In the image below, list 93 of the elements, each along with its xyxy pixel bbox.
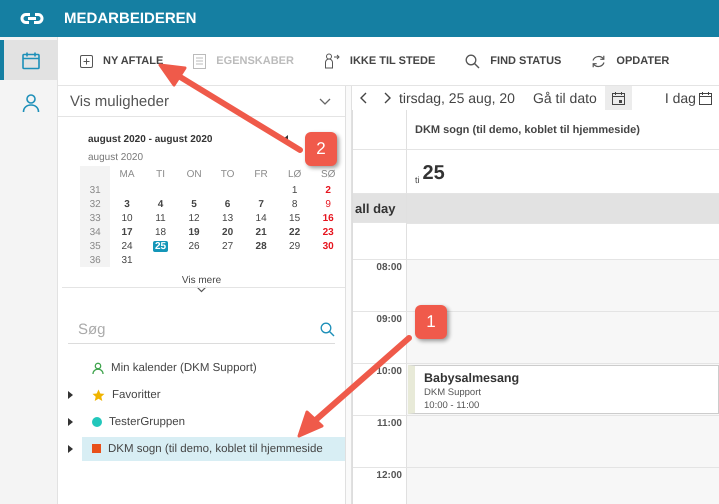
document-icon xyxy=(193,54,206,68)
calendar-tree-item[interactable]: DKM sogn (til demo, koblet til hjemmeside xyxy=(82,436,345,460)
expand-arrow-icon[interactable] xyxy=(68,418,72,426)
chevron-down-icon xyxy=(319,98,331,104)
calendar-icon xyxy=(698,92,712,104)
weekday-label: TI xyxy=(156,169,165,180)
calendar-day[interactable]: 8 xyxy=(290,198,300,210)
time-slot[interactable] xyxy=(406,312,719,364)
today-button[interactable]: I dag xyxy=(664,90,712,106)
month-label: august 2020 xyxy=(88,152,144,163)
search-icon xyxy=(320,322,335,336)
person-icon[interactable] xyxy=(20,93,40,113)
annotation-badge: 1 xyxy=(415,305,447,339)
calendar-day[interactable]: 26 xyxy=(186,240,202,252)
weekday-label: SØ xyxy=(320,169,336,180)
calendar-day[interactable]: 6 xyxy=(222,198,232,210)
week-number: 33 xyxy=(90,212,101,224)
expand-arrow-icon[interactable] xyxy=(68,444,72,452)
hour-label: 09:00 xyxy=(376,314,402,325)
calendar-day[interactable]: 23 xyxy=(320,226,336,238)
calendar-day[interactable]: 31 xyxy=(119,254,135,266)
calendar-icon[interactable] xyxy=(20,50,40,70)
calendar-day[interactable]: 4 xyxy=(156,198,166,210)
calendar-icon xyxy=(612,92,625,104)
search-icon xyxy=(465,54,480,68)
calendar-day[interactable]: 28 xyxy=(254,240,269,252)
weekday-label: ON xyxy=(186,169,202,180)
weekday-label: ti xyxy=(415,175,420,185)
calendar-day[interactable]: 11 xyxy=(153,212,168,224)
go-to-date-label: Gå til dato xyxy=(532,90,597,106)
calendar-day[interactable]: 17 xyxy=(119,226,135,238)
calendar-day[interactable]: 1 xyxy=(290,184,300,196)
next-icon[interactable] xyxy=(384,92,391,104)
date-picker-button[interactable] xyxy=(604,86,632,110)
all-day-label: all day xyxy=(355,200,396,216)
date-label: tirsdag, 25 aug, 20 xyxy=(399,90,515,106)
calendar-day[interactable]: 5 xyxy=(189,198,199,210)
calendar-day[interactable]: 30 xyxy=(320,240,336,252)
calendar-day[interactable]: 13 xyxy=(220,212,236,224)
toolbar-button[interactable]: IKKE TIL STEDE xyxy=(320,47,440,75)
toolbar-button[interactable]: OPDATER xyxy=(587,48,674,74)
week-number: 36 xyxy=(90,254,101,266)
hour-label: 11:00 xyxy=(376,418,402,429)
calendar-day[interactable]: 16 xyxy=(320,212,336,224)
calendar-day[interactable]: 27 xyxy=(220,240,236,252)
calendar-tree-item[interactable]: Favoritter xyxy=(82,382,345,406)
calendar-tree-item[interactable]: TesterGruppen xyxy=(82,410,345,434)
weekday-label: FR xyxy=(254,169,268,180)
annotation-badge: 2 xyxy=(305,132,337,166)
column-title: DKM sogn (til demo, koblet til hjemmeside) xyxy=(415,124,640,136)
calendar-day[interactable]: 15 xyxy=(287,212,302,224)
hour-label: 12:00 xyxy=(376,470,402,481)
search-field[interactable]: Søg xyxy=(68,320,320,338)
calendar-day[interactable]: 14 xyxy=(254,212,269,224)
app-title: MEDARBEIDEREN xyxy=(64,10,197,27)
toolbar-button[interactable]: FIND STATUS xyxy=(461,48,566,74)
hour-label: 10:00 xyxy=(376,366,402,377)
weekday-label: LØ xyxy=(288,169,302,180)
calendar-day[interactable]: 21 xyxy=(254,226,269,238)
chevron-down-icon[interactable] xyxy=(196,286,207,293)
rail-tab[interactable] xyxy=(0,40,57,80)
week-number: 31 xyxy=(90,184,101,196)
calendar-day[interactable]: 10 xyxy=(119,212,135,224)
calendar-day[interactable]: 3 xyxy=(122,198,132,210)
calendar-tree-item[interactable]: Min kalender (DKM Support) xyxy=(82,356,345,380)
person-arrow-icon xyxy=(324,53,340,69)
calendar-day[interactable]: 29 xyxy=(287,240,302,252)
calendar-day[interactable]: 20 xyxy=(220,226,236,238)
day-number: 25 xyxy=(422,162,445,185)
refresh-icon xyxy=(591,54,606,68)
week-number: 32 xyxy=(90,198,101,210)
event-owner: DKM Support xyxy=(424,387,482,398)
previous-icon[interactable] xyxy=(360,92,367,104)
hour-label: 08:00 xyxy=(376,262,402,273)
calendar-day[interactable]: 19 xyxy=(186,226,202,238)
calendar-day[interactable]: 9 xyxy=(323,198,333,210)
event-title: Babysalmesang xyxy=(424,371,520,385)
calendar-range: august 2020 - august 2020 xyxy=(88,134,214,144)
event-time: 10:00 - 11:00 xyxy=(424,400,480,411)
calendar-day[interactable]: 12 xyxy=(186,212,202,224)
week-number: 34 xyxy=(90,226,101,238)
calendar-day[interactable]: 2 xyxy=(323,184,333,196)
calendar-day[interactable]: 18 xyxy=(152,226,168,238)
logo-icon xyxy=(18,10,46,27)
calendar-day[interactable]: 22 xyxy=(287,226,302,238)
weekday-label: MA xyxy=(120,169,135,180)
calendar-day[interactable]: 24 xyxy=(119,240,135,252)
weekday-label: TO xyxy=(220,169,234,180)
toolbar-button[interactable]: NY AFTALE xyxy=(76,48,168,74)
expand-arrow-icon[interactable] xyxy=(68,390,72,398)
plus-icon xyxy=(80,54,93,68)
week-number: 35 xyxy=(90,240,101,252)
calendar-day[interactable]: 7 xyxy=(256,198,266,210)
